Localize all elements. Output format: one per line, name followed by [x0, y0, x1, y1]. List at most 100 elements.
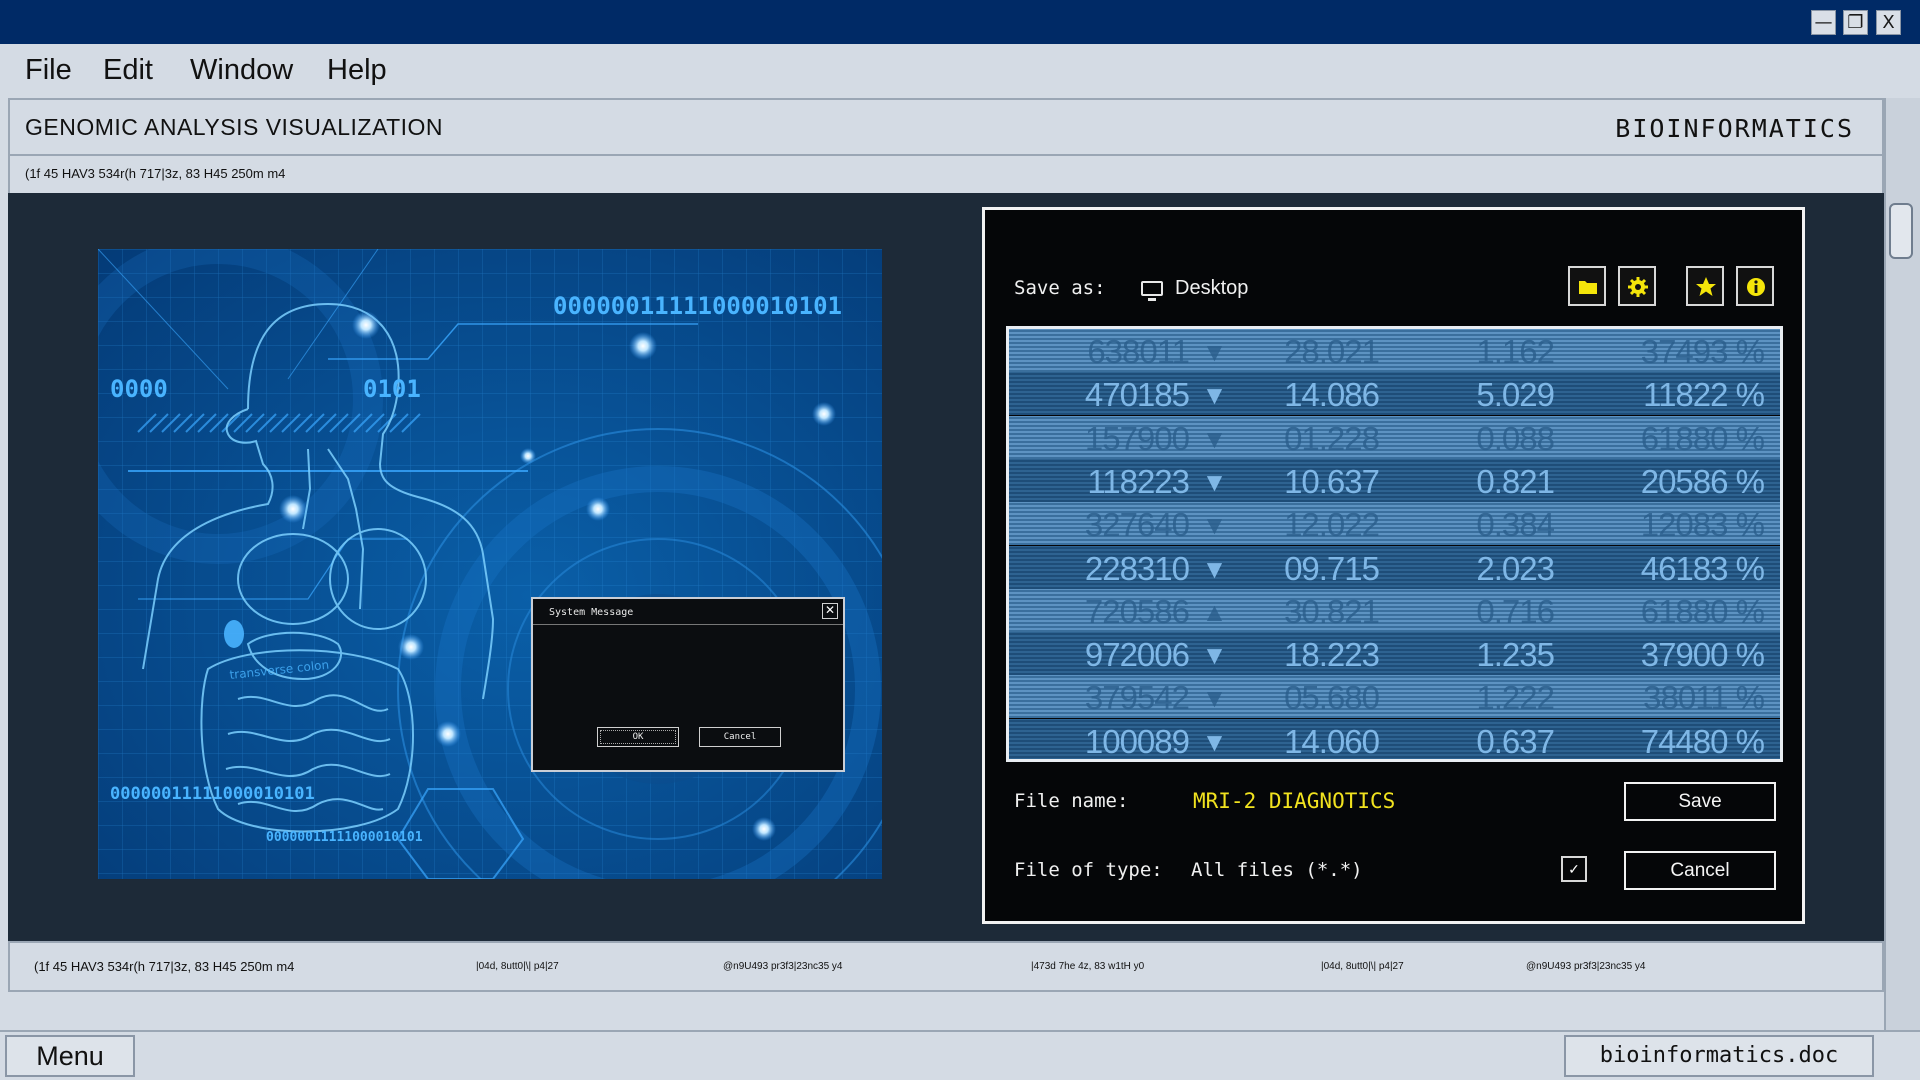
table-cell: 11822 % — [1643, 376, 1765, 414]
app-header: GENOMIC ANALYSIS VISUALIZATION BIOINFORM… — [8, 98, 1884, 156]
brand-label: BIOINFORMATICS — [1615, 114, 1854, 143]
menu-edit[interactable]: Edit — [103, 54, 153, 87]
page-title: GENOMIC ANALYSIS VISUALIZATION — [25, 114, 444, 140]
divider — [533, 624, 843, 625]
info-icon — [1747, 278, 1765, 296]
binary-bottom: 00000011111000010101 — [110, 784, 315, 804]
binary-top: 00000011111000010101 — [553, 292, 842, 320]
table-cell: 1.162 — [1476, 333, 1555, 370]
star-icon — [1696, 277, 1716, 296]
table-cell: 38011 % — [1643, 679, 1765, 717]
table-cell: 20586 % — [1640, 462, 1765, 500]
table-cell: 972006 — [1084, 636, 1190, 674]
table-cell: 10.637 — [1284, 462, 1380, 500]
folder-icon — [1579, 281, 1597, 294]
table-row: 720586 ▲ 30.821 0.716 61880 % — [1009, 588, 1780, 632]
table-row: 379542 ▼ 05.680 1.222 38011 % — [1009, 675, 1780, 719]
table-cell: 1.235 — [1476, 636, 1555, 674]
table-cell: 30.821 — [1284, 592, 1380, 630]
folder-button[interactable] — [1568, 266, 1606, 306]
table-cell: 18.223 — [1284, 636, 1380, 674]
scrollbar-thumb[interactable] — [1889, 203, 1913, 259]
table-cell: 1.222 — [1476, 679, 1555, 717]
trend-arrow-icon: ▼ — [1201, 683, 1228, 714]
status-field: |473d 7he 4z, 83 w1tH y0 — [1031, 961, 1145, 972]
table-row: 100089 ▼ 14.060 0.637 74480 % — [1009, 718, 1780, 760]
menu-help[interactable]: Help — [327, 54, 387, 87]
table-cell: 118223 — [1087, 462, 1190, 500]
location-label[interactable]: Desktop — [1175, 277, 1248, 300]
file-type-checkbox[interactable]: ✓ — [1561, 856, 1587, 882]
menu-bar: File Edit Window Help — [0, 44, 1920, 98]
table-cell: 0.637 — [1476, 722, 1555, 760]
table-row: 638011 ▼ 28.021 1.162 37493 % — [1009, 329, 1780, 372]
table-row: 228310 ▼ 09.715 2.023 46183 % — [1009, 545, 1780, 589]
dialog-title: System Message — [549, 607, 634, 618]
table-cell: 14.086 — [1284, 376, 1380, 414]
file-name-input[interactable]: MRI-2 DIAGNOTICS — [1193, 789, 1395, 813]
cancel-dialog-button[interactable]: Cancel — [1624, 851, 1776, 890]
table-cell: 0.821 — [1476, 462, 1555, 500]
table-cell: 0.384 — [1476, 506, 1555, 544]
table-cell: 61880 % — [1640, 419, 1765, 457]
info-button[interactable] — [1736, 266, 1774, 306]
table-cell: 379542 — [1084, 679, 1190, 717]
data-table: 638011 ▼ 28.021 1.162 37493 % 470185 ▼ 14.086 5.… — [1006, 326, 1783, 762]
table-cell: 37900 % — [1640, 636, 1765, 674]
trend-arrow-icon: ▼ — [1201, 640, 1228, 671]
close-icon[interactable]: ✕ — [822, 603, 838, 619]
table-cell: 638011 — [1087, 333, 1190, 370]
table-cell: 46183 % — [1640, 549, 1765, 587]
ok-button[interactable]: OK — [597, 727, 679, 747]
table-cell: 37493 % — [1640, 333, 1765, 370]
trend-arrow-icon: ▼ — [1201, 466, 1228, 497]
menu-window[interactable]: Window — [190, 54, 293, 87]
binary-left: 0000 — [110, 375, 168, 403]
table-cell: 228310 — [1084, 549, 1190, 587]
table-row: 118223 ▼ 10.637 0.821 20586 % — [1009, 458, 1780, 502]
table-row: 470185 ▼ 14.086 5.029 11822 % — [1009, 372, 1780, 416]
table-cell: 0.088 — [1476, 419, 1555, 457]
settings-button[interactable] — [1618, 266, 1656, 306]
table-row: 157900 ▼ 01.228 0.088 61880 % — [1009, 415, 1780, 459]
trend-arrow-icon: ▼ — [1201, 380, 1228, 411]
maximize-button[interactable]: ❐ — [1843, 10, 1868, 35]
table-cell: 0.716 — [1476, 592, 1555, 630]
table-cell: 100089 — [1084, 722, 1190, 760]
status-field: |04d, 8utt0|\| p4|27 — [1321, 961, 1404, 972]
table-cell: 61880 % — [1640, 592, 1765, 630]
table-cell: 12.022 — [1284, 506, 1380, 544]
binary-bottom-small: 00000011111000010101 — [266, 830, 423, 845]
minimize-button[interactable]: — — [1811, 10, 1836, 35]
table-row: 327640 ▼ 12.022 0.384 12083 % — [1009, 502, 1780, 546]
save-button[interactable]: Save — [1624, 782, 1776, 821]
close-window-button[interactable]: X — [1876, 10, 1901, 35]
file-type-select[interactable]: All files (*.*) — [1191, 859, 1363, 881]
monitor-icon — [1141, 281, 1163, 301]
table-cell: 157900 — [1084, 419, 1190, 457]
file-name-label: File name: — [1014, 790, 1129, 812]
trend-arrow-icon: ▼ — [1201, 423, 1228, 454]
anatomy-visualization: transverse colon 00000011111000010101 00… — [98, 249, 882, 879]
table-cell: 28.021 — [1284, 333, 1380, 370]
trend-arrow-icon: ▼ — [1201, 337, 1228, 367]
table-cell: 720586 — [1084, 592, 1190, 630]
document-tab[interactable]: bioinformatics.doc — [1564, 1035, 1874, 1077]
table-cell: 09.715 — [1284, 549, 1380, 587]
binary-mid: 0101 — [363, 375, 421, 403]
table-cell: 470185 — [1084, 376, 1190, 414]
table-cell: 01.228 — [1284, 419, 1380, 457]
gear-icon — [1628, 277, 1648, 297]
table-cell: 05.680 — [1284, 679, 1380, 717]
table-cell: 2.023 — [1476, 549, 1555, 587]
status-field: |04d, 8utt0|\| p4|27 — [476, 961, 559, 972]
system-message-dialog: System Message ✕ OK Cancel — [531, 597, 845, 772]
trend-arrow-icon: ▼ — [1201, 553, 1228, 584]
start-menu-button[interactable]: Menu — [5, 1035, 135, 1077]
cancel-button[interactable]: Cancel — [699, 727, 781, 747]
table-cell: 5.029 — [1476, 376, 1555, 414]
table-cell: 327640 — [1084, 506, 1190, 544]
favorite-button[interactable] — [1686, 266, 1724, 306]
table-cell: 14.060 — [1284, 722, 1380, 760]
menu-file[interactable]: File — [25, 54, 72, 87]
